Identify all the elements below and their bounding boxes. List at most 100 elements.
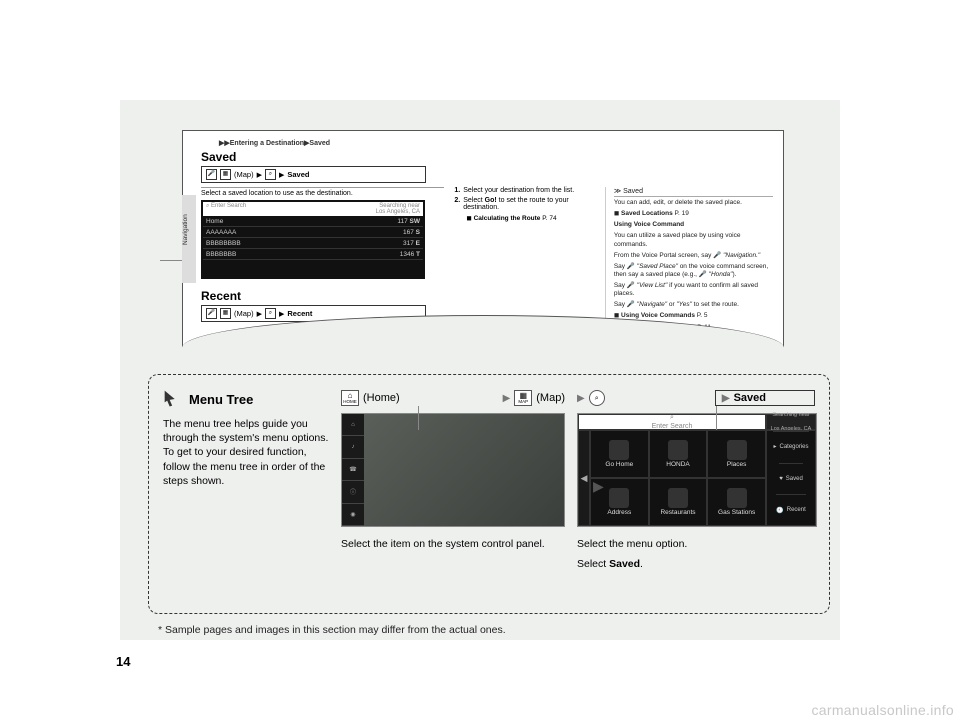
sample-steps-column: 1. Select your destination from the list… bbox=[454, 187, 594, 335]
nav-search-near: Searching nearLos Angeles, CA bbox=[376, 203, 420, 215]
section-title-saved: Saved bbox=[201, 150, 783, 164]
pointer-line bbox=[716, 406, 717, 430]
pointer-line bbox=[418, 406, 419, 430]
chevron-right-icon: ▶ bbox=[503, 393, 511, 404]
page-ref: ◼ Saved Locations P. 19 bbox=[614, 210, 773, 218]
footnote: * Sample pages and images in this sectio… bbox=[158, 624, 506, 636]
panel-sidebar-home-icon: ⌂ bbox=[342, 414, 364, 436]
nav-cell-go-home: Go Home bbox=[590, 430, 649, 478]
nav-caption-1: Select the menu option. bbox=[577, 537, 815, 551]
page-number: 14 bbox=[116, 654, 130, 669]
tree-leaf-saved: Saved bbox=[287, 170, 309, 179]
panel-column: ⌂HOME (Home) ▶ ▦MAP (Map) ⌂ ♪ ☎ ⓘ ◉ Sele… bbox=[341, 389, 565, 603]
saved-step-box: ▶ Saved bbox=[715, 390, 815, 406]
panel-caption: Select the item on the system control pa… bbox=[341, 537, 565, 551]
home-label: (Home) bbox=[363, 392, 400, 404]
step-number: 2. bbox=[454, 197, 460, 211]
nav-search-row: ⌕ Enter Search Searching nearLos Angeles… bbox=[203, 202, 423, 216]
places-icon bbox=[727, 440, 747, 460]
nav-search-near: Searching nearLos Angeles, CA bbox=[766, 414, 816, 430]
nav-right-saved: ♥ Saved bbox=[779, 463, 803, 494]
chevron-right-icon: ▶ bbox=[257, 171, 262, 179]
section-title-recent: Recent bbox=[201, 289, 426, 303]
right-line: Say 🎤 "View List" if you want to confirm… bbox=[614, 282, 773, 298]
right-title: ≫ Saved bbox=[614, 187, 773, 197]
map-icon: ▦ bbox=[220, 308, 231, 319]
nav-right-recent: 🕘 Recent bbox=[776, 494, 806, 525]
menu-tree-description: The menu tree helps guide you through th… bbox=[163, 417, 329, 488]
right-line: You can add, edit, or delete the saved p… bbox=[614, 199, 773, 207]
nav-screenshot: ⌕ Enter Search Searching nearLos Angeles… bbox=[201, 200, 425, 279]
chevron-right-icon: ▶ bbox=[257, 310, 262, 318]
search-icon: ⌕ bbox=[265, 169, 276, 180]
chevron-right-icon: ▶ bbox=[722, 393, 730, 404]
list-item: BBBBBBBB317 E bbox=[203, 239, 423, 249]
instruction-text: Select a saved location to use as the de… bbox=[201, 187, 444, 197]
menu-tree-bar: 🎤 ▦ (Map) ▶ ⌕ ▶ Saved bbox=[201, 166, 426, 183]
chevron-right-icon: ▶ bbox=[279, 310, 284, 318]
menu-tree-heading: Menu Tree bbox=[163, 389, 329, 409]
right-line: You can utilize a saved place by using v… bbox=[614, 232, 773, 248]
nav-search-field: ⌕ Enter Search bbox=[578, 414, 766, 430]
gas-icon bbox=[727, 488, 747, 508]
chevron-right-icon: ▶ bbox=[279, 171, 284, 179]
nav-right-categories: ▸ Categories bbox=[773, 431, 808, 462]
map-button-icon: ▦MAP bbox=[514, 390, 532, 406]
right-subhead: Using Voice Command bbox=[614, 221, 773, 229]
mic-icon: 🎤 bbox=[206, 308, 217, 319]
panel-main-area bbox=[364, 414, 564, 526]
step-text: Select Go! to set the route to your dest… bbox=[463, 197, 595, 211]
right-line: From the Voice Portal screen, say 🎤 "Nav… bbox=[614, 252, 773, 260]
saved-label: Saved bbox=[734, 392, 766, 404]
step-number: 1. bbox=[454, 187, 460, 194]
step-text: Select your destination from the list. bbox=[463, 187, 574, 194]
nav-cell-honda: HONDA bbox=[649, 430, 708, 478]
address-icon bbox=[609, 488, 629, 508]
explanation-box: Menu Tree The menu tree helps guide you … bbox=[148, 374, 830, 614]
panel-sidebar-phone-icon: ☎ bbox=[342, 459, 364, 481]
mic-icon: 🎤 bbox=[206, 169, 217, 180]
nav-search-placeholder: ⌕ Enter Search bbox=[206, 203, 246, 215]
watermark: carmanualsonline.info bbox=[812, 702, 955, 718]
nav-cell-gas: Gas Stations bbox=[707, 478, 766, 526]
icon-sequence-left: ⌂HOME (Home) ▶ ▦MAP (Map) bbox=[341, 389, 565, 407]
pointer-icon bbox=[163, 389, 183, 409]
step-1: 1. Select your destination from the list… bbox=[454, 187, 594, 194]
sample-right-column: ≫ Saved You can add, edit, or delete the… bbox=[605, 187, 773, 335]
panel-sidebar-audio-icon: ♪ bbox=[342, 436, 364, 458]
nav-cell-restaurants: Restaurants bbox=[649, 478, 708, 526]
home-icon bbox=[609, 440, 629, 460]
nav-right-list: ▸ Categories ♥ Saved 🕘 Recent bbox=[766, 430, 816, 526]
tree-leaf-recent: Recent bbox=[287, 309, 312, 318]
nav-side-arrows: ◀ bbox=[578, 430, 590, 526]
list-item: Home117 SW bbox=[203, 217, 423, 227]
list-item: BBBBBBB1346 T bbox=[203, 250, 423, 260]
home-button-icon: ⌂HOME bbox=[341, 390, 359, 406]
menu-tree-column: Menu Tree The menu tree helps guide you … bbox=[163, 389, 329, 603]
breadcrumb: ▶▶Entering a Destination▶Saved bbox=[183, 131, 783, 149]
honda-icon bbox=[668, 440, 688, 460]
nav-cell-places: Places bbox=[707, 430, 766, 478]
nav-caption-2: Select Saved. bbox=[577, 557, 815, 571]
icon-sequence-right: ▶ ⌕ ▶ Saved bbox=[577, 389, 815, 407]
nav-menu-screenshot: ⌕ Enter Search Searching nearLos Angeles… bbox=[577, 413, 817, 527]
page-ref: ◼ Calculating the Route P. 74 bbox=[466, 214, 594, 222]
panel-sidebar: ⌂ ♪ ☎ ⓘ ◉ bbox=[342, 414, 364, 526]
step-2: 2. Select Go! to set the route to your d… bbox=[454, 197, 594, 211]
flow-arrow-icon: ▶ bbox=[593, 478, 604, 495]
map-label: (Map) bbox=[234, 170, 254, 179]
side-tab-navigation: Navigation bbox=[182, 195, 196, 283]
map-label: (Map) bbox=[536, 392, 565, 404]
control-panel-screenshot: ⌂ ♪ ☎ ⓘ ◉ bbox=[341, 413, 565, 527]
chevron-right-icon: ▶ bbox=[577, 393, 585, 404]
list-item: AAAAAAA167 S bbox=[203, 228, 423, 238]
menu-tree-title: Menu Tree bbox=[189, 392, 253, 407]
restaurants-icon bbox=[668, 488, 688, 508]
right-line: Say 🎤 "Saved Place" on the voice command… bbox=[614, 263, 773, 279]
nav-column: ▶ ⌕ ▶ Saved ⌕ Enter Search Searching nea… bbox=[577, 389, 815, 603]
search-icon: ⌕ bbox=[265, 308, 276, 319]
map-label: (Map) bbox=[234, 309, 254, 318]
panel-sidebar-info-icon: ⓘ bbox=[342, 481, 364, 503]
map-icon: ▦ bbox=[220, 169, 231, 180]
search-icon: ⌕ bbox=[589, 390, 605, 406]
